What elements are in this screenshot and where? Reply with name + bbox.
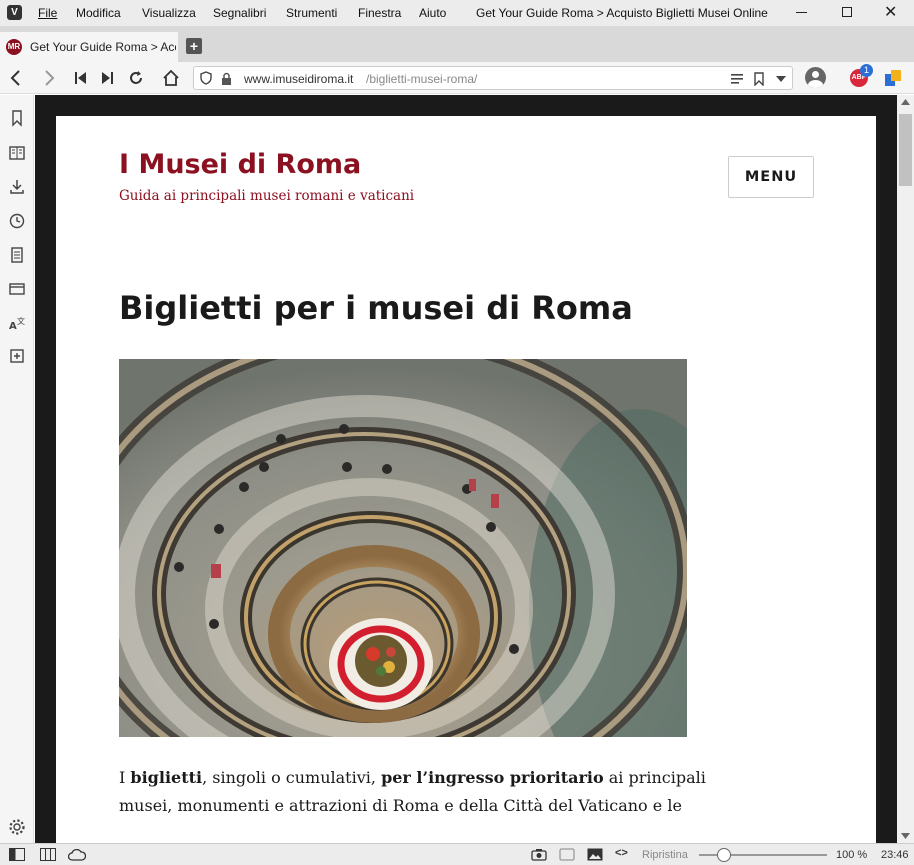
add-web-panel-icon[interactable] [8, 347, 26, 365]
capture-camera-icon[interactable] [531, 848, 547, 861]
back-icon[interactable] [9, 70, 23, 86]
site-tagline: Guida ai principali musei romani e vatic… [119, 188, 415, 204]
status-bar: <> Ripristina 100 % 23:46 [0, 843, 914, 865]
tab-label: Get Your Guide Roma > Acc [30, 40, 176, 54]
rewind-icon[interactable] [75, 72, 87, 84]
shield-icon[interactable] [199, 71, 213, 85]
profile-avatar[interactable] [805, 67, 826, 88]
history-icon[interactable] [8, 212, 26, 230]
translate-extension-icon[interactable] [885, 70, 901, 86]
window-panel-icon[interactable] [8, 280, 26, 298]
url-path: /biglietti-musei-roma/ [366, 72, 478, 86]
zoom-level: 100 % [836, 849, 868, 861]
zoom-slider[interactable] [699, 848, 827, 862]
downloads-icon[interactable] [8, 178, 26, 196]
scrollbar-thumb[interactable] [899, 114, 912, 186]
svg-text:文: 文 [17, 316, 25, 326]
lock-icon [222, 72, 231, 85]
menu-modifica[interactable]: Modifica [76, 6, 121, 20]
page-actions-icon[interactable]: <> [615, 847, 628, 859]
menu-finestra[interactable]: Finestra [358, 6, 401, 20]
article-paragraph-line-1: I biglietti, singoli o cumulativi, per l… [119, 768, 706, 787]
panel-toggle-icon[interactable] [9, 848, 25, 861]
article-heading: Biglietti per i musei di Roma [119, 289, 633, 327]
home-icon[interactable] [162, 69, 180, 87]
bookmark-icon[interactable] [754, 72, 764, 86]
maximize-button[interactable] [842, 7, 852, 17]
bookmarks-panel-icon[interactable] [8, 109, 26, 127]
notes-icon[interactable] [8, 246, 26, 264]
tab-active[interactable]: MR Get Your Guide Roma > Acc [0, 32, 178, 62]
menu-visualizza[interactable]: Visualizza [142, 6, 196, 20]
zoom-slider-handle[interactable] [717, 848, 731, 862]
tab-tiling-icon[interactable] [40, 848, 56, 861]
chevron-down-icon[interactable] [776, 76, 786, 82]
site-favicon-icon: MR [6, 39, 22, 55]
reading-list-icon[interactable] [8, 144, 26, 162]
url-domain: www.imuseidiroma.it [244, 72, 354, 86]
window-titlebar: V File Modifica Visualizza Segnalibri St… [0, 0, 914, 26]
scroll-up-icon[interactable] [901, 99, 910, 105]
article-paragraph-line-2: musei, monumenti e attrazioni di Roma e … [119, 796, 682, 815]
menu-aiuto[interactable]: Aiuto [419, 6, 446, 20]
settings-gear-icon[interactable] [8, 818, 26, 836]
zoom-reset-label[interactable]: Ripristina [642, 849, 688, 861]
adblock-badge: 1 [860, 64, 873, 77]
reader-view-icon[interactable] [731, 74, 743, 84]
scroll-down-icon[interactable] [901, 833, 910, 839]
sync-cloud-icon[interactable] [68, 849, 86, 861]
new-tab-button[interactable]: + [186, 38, 202, 54]
spiral-staircase-photo [119, 359, 687, 737]
tab-bar: MR Get Your Guide Roma > Acc + [0, 26, 914, 62]
menu-file[interactable]: File [38, 6, 57, 20]
reload-icon[interactable] [128, 70, 144, 86]
side-panel: A文 [0, 95, 34, 843]
navigation-bar: www.imuseidiroma.it /biglietti-musei-rom… [0, 62, 914, 94]
vertical-scrollbar[interactable] [897, 95, 914, 843]
fast-forward-icon[interactable] [101, 72, 113, 84]
web-content-area: I Musei di Roma Guida ai principali muse… [35, 95, 897, 843]
web-page: I Musei di Roma Guida ai principali muse… [56, 116, 876, 843]
site-title[interactable]: I Musei di Roma [119, 149, 361, 180]
clock: 23:46 [881, 849, 909, 861]
forward-icon[interactable] [42, 70, 56, 86]
menu-segnalibri[interactable]: Segnalibri [213, 6, 266, 20]
window-title: Get Your Guide Roma > Acquisto Biglietti… [476, 6, 768, 20]
close-button[interactable]: ✕ [884, 2, 897, 22]
page-tiling-icon[interactable] [559, 848, 575, 861]
address-bar[interactable]: www.imuseidiroma.it /biglietti-musei-rom… [193, 66, 793, 90]
minimize-button[interactable] [796, 12, 807, 13]
translate-panel-icon[interactable]: A文 [8, 314, 26, 332]
menu-strumenti[interactable]: Strumenti [286, 6, 337, 20]
vivaldi-logo-icon[interactable]: V [7, 5, 22, 20]
menu-button[interactable]: MENU [728, 156, 814, 198]
svg-text:A: A [9, 321, 17, 332]
images-toggle-icon[interactable] [587, 848, 603, 861]
